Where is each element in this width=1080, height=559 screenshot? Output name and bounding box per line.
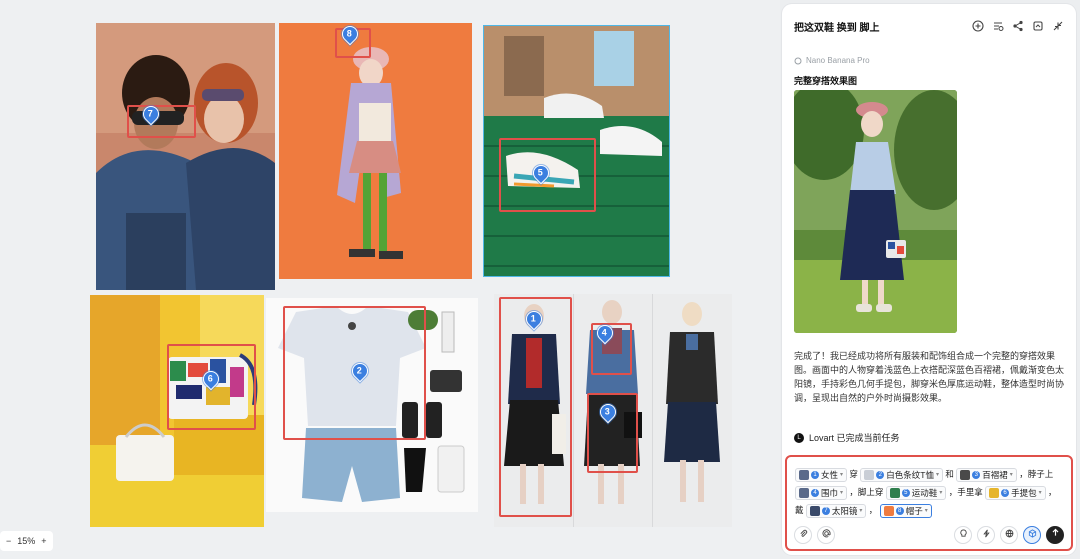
chip-sneakers[interactable]: 5 运动鞋 ▾ [885,485,947,500]
panel-header: 把这双鞋 换到 脚上 [794,16,1064,36]
selection-model-woman[interactable] [499,297,572,517]
lovart-logo-icon: L [794,432,804,443]
conversation-title: 把这双鞋 换到 脚上 [794,22,880,34]
chip-thumbnail [799,487,809,498]
attach-button[interactable] [794,526,812,544]
chevron-down-icon: ▾ [840,471,844,478]
chip-thumbnail [864,469,875,480]
chip-woman[interactable]: 1 女性 ▾ [795,467,848,482]
new-chat-icon[interactable] [972,20,984,32]
result-image[interactable] [794,90,957,333]
chip-thumbnail [883,505,894,516]
chevron-down-icon: ▾ [924,507,928,514]
chip-thumbnail [799,469,809,480]
zoom-control: − 15% + [0,531,53,551]
selection-sunglasses[interactable] [127,105,196,138]
chip-handbag[interactable]: 6 手提包 ▾ [985,485,1046,500]
chip-thumbnail [809,505,820,516]
chip-thumbnail [989,487,1000,498]
chevron-down-icon: ▾ [939,489,943,496]
task-status-text: Lovart 已完成当前任务 [809,433,900,443]
chevron-down-icon: ▾ [840,489,844,496]
chevron-down-icon: ▾ [859,507,863,514]
chevron-down-icon: ▾ [936,471,940,478]
canvas[interactable]: 7 8 5 6 2 1 4 3 − 15% + [0,0,780,559]
collapse-icon[interactable] [1052,20,1064,32]
lightbulb-icon [959,529,967,537]
result-title: 完整穿搭效果图 [794,76,858,86]
at-icon [821,529,831,538]
idea-button[interactable] [954,526,972,544]
assistant-message: 完成了！我已经成功将所有服装和配饰组合成一个完整的穿搭效果图。画面中的人物穿着浅… [794,351,1065,403]
task-status: L Lovart 已完成当前任务 [794,431,900,444]
chip-skirt[interactable]: 3 百褶裙 ▾ [956,467,1017,482]
globe-icon [1005,529,1013,538]
files-icon[interactable] [1032,20,1044,32]
model-select-button[interactable] [1023,526,1041,544]
chat-panel: 把这双鞋 换到 脚上 Nano Banana Pro 完整穿搭效果图 完成了！我… [782,4,1076,555]
fast-mode-button[interactable] [977,526,995,544]
zoom-in-button[interactable]: + [41,536,46,546]
zoom-out-button[interactable]: − [6,536,11,546]
history-icon[interactable] [992,20,1004,32]
prompt-input[interactable]: 1 女性 ▾ 穿 2 白色条纹T恤 ▾ 和 3 百褶裙 ▾ ，脖子上 4 围巾 ▾ ，脚上穿 5… [785,455,1073,551]
model-icon [794,57,802,64]
model-name: Nano Banana Pro [806,56,870,65]
image-couple-denim[interactable] [96,23,275,290]
chip-thumbnail [960,469,971,480]
model-label: Nano Banana Pro [794,56,870,65]
zoom-level: 15% [17,536,36,546]
chip-hat[interactable]: 8 帽子 ▾ [879,503,932,518]
chevron-down-icon: ▾ [1009,471,1013,478]
web-search-button[interactable] [1000,526,1018,544]
chip-tshirt[interactable]: 2 白色条纹T恤 ▾ [860,467,944,482]
chip-sunglasses[interactable]: 7 太阳镜 ▾ [805,503,867,518]
mention-button[interactable] [817,526,835,544]
input-right-actions [954,526,1064,544]
prompt-text[interactable]: 1 女性 ▾ 穿 2 白色条纹T恤 ▾ 和 3 百褶裙 ▾ ，脖子上 4 围巾 ▾ ，脚上穿 5… [795,465,1065,519]
chip-scarf[interactable]: 4 围巾 ▾ [795,485,848,500]
input-left-actions [794,526,835,544]
lightning-icon [982,529,990,538]
arrow-up-icon [1052,528,1058,536]
chip-thumbnail [889,487,900,498]
paperclip-icon [799,529,807,537]
send-button[interactable] [1046,526,1064,544]
chevron-down-icon: ▾ [1038,489,1042,496]
image-orange-scarf[interactable] [279,23,472,279]
cube-icon [1028,529,1036,538]
share-icon[interactable] [1012,20,1024,32]
